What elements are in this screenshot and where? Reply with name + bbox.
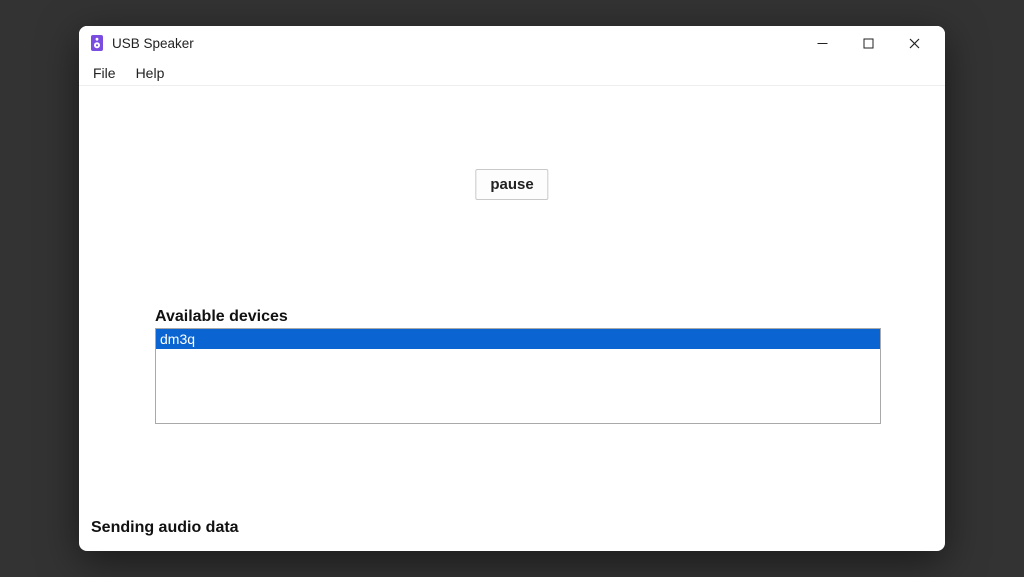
device-listbox[interactable]: dm3q: [155, 328, 881, 424]
main-content: pause Available devices dm3q Sending aud…: [79, 86, 945, 551]
close-button[interactable]: [891, 26, 937, 60]
menu-file[interactable]: File: [83, 62, 126, 84]
titlebar-left: USB Speaker: [89, 35, 194, 52]
app-title: USB Speaker: [112, 36, 194, 51]
minimize-button[interactable]: [799, 26, 845, 60]
maximize-button[interactable]: [845, 26, 891, 60]
app-window: USB Speaker File Help pause Available de…: [79, 26, 945, 551]
pause-button[interactable]: pause: [475, 169, 548, 200]
menubar: File Help: [79, 60, 945, 86]
status-text: Sending audio data: [91, 519, 239, 537]
devices-section: Available devices dm3q: [155, 308, 881, 424]
menu-help[interactable]: Help: [126, 62, 175, 84]
titlebar: USB Speaker: [79, 26, 945, 60]
devices-label: Available devices: [155, 308, 881, 326]
device-item[interactable]: dm3q: [156, 329, 880, 349]
speaker-icon: [89, 35, 104, 52]
window-controls: [799, 26, 937, 60]
